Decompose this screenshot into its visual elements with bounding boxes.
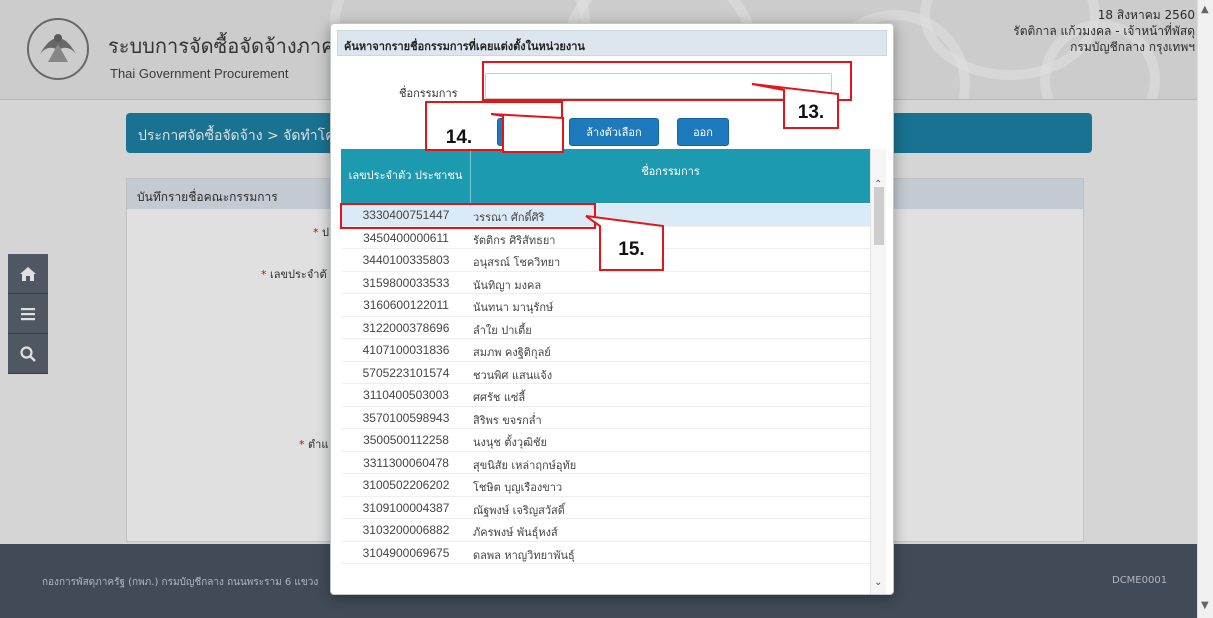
table-row[interactable]: 3110400503003 ศศรัช แซ่ลี้ (341, 384, 870, 407)
chevron-down-icon[interactable]: ⌄ (874, 577, 882, 588)
annotation-box-15 (340, 203, 596, 229)
committee-name-cell: ชวนพิศ แสนแจ้ง (473, 368, 553, 382)
citizen-id-cell: 3100502206202 (362, 478, 450, 492)
scroll-down-icon[interactable]: ▼ (1201, 600, 1209, 611)
citizen-id-cell: 3311300060478 (363, 455, 449, 470)
scroll-up-icon[interactable]: ▲ (1201, 4, 1209, 15)
committee-name-cell: ณัฐพงษ์ เจริญสวัสดิ์ (473, 503, 565, 517)
citizen-id-cell: 3110400503003 (363, 388, 449, 402)
annotation-label-13: 13. (797, 102, 825, 123)
table-row[interactable]: 3159800033533 นันทิญา มงคล (341, 272, 870, 294)
column-header-name: ชื่อกรรมการ (641, 165, 700, 178)
clear-selection-button[interactable]: ล้างตัวเลือก (569, 118, 659, 146)
citizen-id-cell: 3104900069675 (362, 545, 450, 560)
table-row[interactable]: 3570100598943 สิริพร ขจรกล่ำ (341, 407, 870, 429)
annotation-label-14: 14. (445, 127, 473, 148)
committee-name-label: ชื่อกรรมการ (399, 87, 458, 100)
committee-name-cell: นงนุช ตั้งวุฒิชัย (473, 436, 547, 449)
committee-name-cell: นันทิญา มงคล (473, 278, 542, 292)
committee-name-cell: สมภพ คงฐิติกุลย์ (473, 346, 551, 359)
scroll-thumb[interactable] (874, 187, 884, 245)
exit-button[interactable]: ออก (677, 118, 729, 146)
citizen-id-cell: 3109100004387 (362, 500, 450, 515)
citizen-id-cell: 4107100031836 (362, 343, 450, 357)
citizen-id-cell: 3159800033533 (362, 275, 450, 290)
citizen-id-cell: 3570100598943 (362, 410, 450, 425)
annotation-box-13 (482, 61, 852, 101)
table-row[interactable]: 3160600122011 นันทนา มานุรักษ์ (341, 294, 870, 317)
citizen-id-cell: 3160600122011 (363, 298, 449, 312)
committee-name-cell: ลำใย ปาเตี้ย (473, 323, 532, 337)
citizen-id-cell: 5705223101574 (362, 365, 450, 380)
table-row[interactable]: 3109100004387 ณัฐพงษ์ เจริญสวัสดิ์ (341, 497, 870, 519)
table-row[interactable]: 5705223101574 ชวนพิศ แสนแจ้ง (341, 362, 870, 384)
table-row[interactable]: 4107100031836 สมภพ คงฐิติกุลย์ (341, 339, 870, 362)
citizen-id-cell: 3440100335803 (362, 253, 450, 267)
column-header-id: เลขประจำตัว ประชาชน (341, 149, 471, 203)
committee-name-cell: นันทนา มานุรักษ์ (473, 301, 554, 314)
citizen-id-cell: 3103200006882 (362, 523, 450, 537)
table-row[interactable]: 3500500112258 นงนุช ตั้งวุฒิชัย (341, 429, 870, 452)
annotation-label-15: 15. (618, 239, 645, 260)
table-scrollbar[interactable]: ⌃ ⌄ (870, 149, 886, 594)
committee-name-cell: สุขนิสัย เหล่าฤกษ์อุทัย (473, 458, 577, 472)
citizen-id-cell: 3500500112258 (363, 433, 449, 447)
table-row[interactable]: 3103200006882 ภัครพงษ์ พันธุ์หงส์ (341, 519, 870, 542)
citizen-id-cell: 3450400000611 (363, 230, 449, 245)
table-header: เลขประจำตัว ประชาชน ชื่อกรรมการ (341, 149, 870, 203)
committee-name-cell: ภัครพงษ์ พันธุ์หงส์ (473, 526, 558, 539)
committee-name-cell: ดลพล หาญวิทยาพันธุ์ (473, 548, 575, 562)
dialog-title: ค้นหาจากรายชื่อกรรมการที่เคยแต่งตั้งในหน… (337, 30, 887, 56)
page-scrollbar[interactable]: ▲ ▼ (1197, 0, 1213, 618)
table-row[interactable]: 3100502206202 โชษิต บุญเรืองขาว (341, 474, 870, 497)
committee-name-cell: ศศรัช แซ่ลี้ (473, 391, 526, 404)
table-row[interactable]: 3122000378696 ลำใย ปาเตี้ย (341, 317, 870, 339)
committee-name-cell: อนุสรณ์ โชควิทยา (473, 256, 561, 269)
table-row[interactable]: 3311300060478 สุขนิสัย เหล่าฤกษ์อุทัย (341, 452, 870, 474)
citizen-id-cell: 3122000378696 (362, 320, 450, 335)
committee-name-cell: สิริพร ขจรกล่ำ (473, 413, 542, 427)
committee-name-cell: รัตติกร ศิริสัทธยา (473, 233, 556, 247)
committee-name-cell: โชษิต บุญเรืองขาว (473, 481, 563, 494)
table-row[interactable]: 3104900069675 ดลพล หาญวิทยาพันธุ์ (341, 542, 870, 564)
